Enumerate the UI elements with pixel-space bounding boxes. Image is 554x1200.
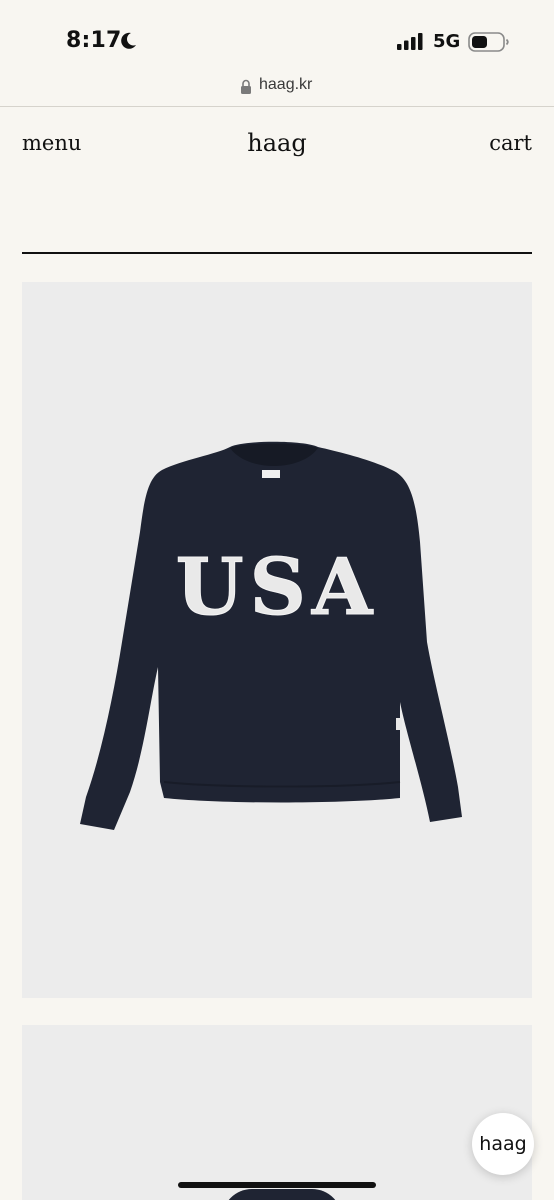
status-time: 8:17 xyxy=(66,28,122,53)
status-bar: 8:17 5G xyxy=(0,0,554,70)
network-type: 5G xyxy=(433,31,461,52)
url-text: haag.kr xyxy=(259,76,313,93)
neck-label xyxy=(262,470,280,478)
browser-address-bar[interactable]: haag.kr xyxy=(0,70,554,106)
sweatshirt-body xyxy=(80,441,462,830)
site-header: menu haag cart xyxy=(0,107,554,257)
product-card[interactable]: USA xyxy=(22,282,532,998)
brand-logo[interactable]: haag xyxy=(0,129,554,157)
product-image-peek xyxy=(222,1189,342,1200)
signal-icon xyxy=(397,33,423,50)
product-card-secondary[interactable] xyxy=(22,1025,532,1200)
chat-widget-button[interactable]: haag xyxy=(472,1113,534,1175)
side-tag xyxy=(396,718,402,730)
moon-icon xyxy=(121,32,136,49)
usa-graphic-text: USA xyxy=(176,542,379,633)
cart-link[interactable]: cart xyxy=(489,131,532,155)
lock-icon xyxy=(241,79,251,94)
header-divider xyxy=(22,252,532,254)
product-image[interactable]: USA xyxy=(22,282,532,998)
battery-icon xyxy=(468,32,509,52)
home-indicator xyxy=(178,1182,376,1188)
